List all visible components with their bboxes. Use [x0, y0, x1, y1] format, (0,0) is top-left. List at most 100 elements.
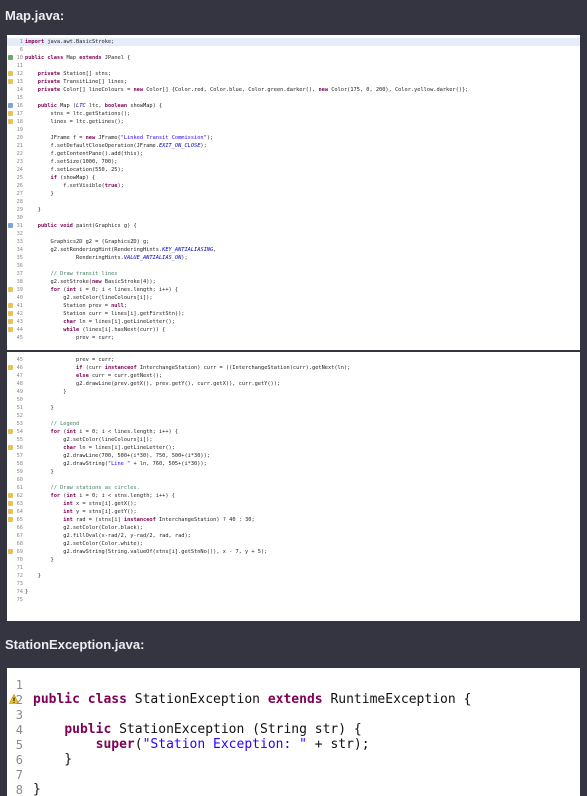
- code-line[interactable]: 39 for (int i = 0; i < lines.length; i++…: [7, 286, 580, 294]
- code-line[interactable]: 67 g2.fillOval(x-rad/2, y-rad/2, rad, ra…: [7, 532, 580, 540]
- code-line[interactable]: 50: [7, 396, 580, 404]
- code-line[interactable]: 8}: [7, 781, 580, 796]
- code-text: Station curr = lines[i].getFirstStn();: [25, 311, 185, 317]
- code-line[interactable]: 13 private TransitLine[] lines;: [7, 78, 580, 86]
- line-number: 50: [16, 397, 23, 403]
- code-line[interactable]: 27 }: [7, 190, 580, 198]
- code-line[interactable]: 74}: [7, 588, 580, 596]
- warning-marker-icon: [8, 327, 13, 332]
- code-line[interactable]: 12 private Station[] stns;: [7, 70, 580, 78]
- code-line[interactable]: 58 g2.drawString("Line " + ln, 760, 505+…: [7, 460, 580, 468]
- code-line[interactable]: 17 stns = ltc.getStations();: [7, 110, 580, 118]
- code-line[interactable]: 15: [7, 94, 580, 102]
- code-line[interactable]: 26 f.setVisible(true);: [7, 182, 580, 190]
- code-line[interactable]: 31 public void paint(Graphics g) {: [7, 222, 580, 230]
- code-line[interactable]: 51 }: [7, 404, 580, 412]
- code-line[interactable]: 47 else curr = curr.getNext();: [7, 372, 580, 380]
- line-number: 28: [16, 199, 23, 205]
- code-line[interactable]: 66 g2.setColor(Color.black);: [7, 524, 580, 532]
- code-line[interactable]: 61 // Draw stations as circles.: [7, 484, 580, 492]
- code-line[interactable]: 33 Graphics2D g2 = (Graphics2D) g;: [7, 238, 580, 246]
- code-line[interactable]: 55 g2.setColor(lineColours[i]);: [7, 436, 580, 444]
- code-line[interactable]: 14 private Color[] lineColours = new Col…: [7, 86, 580, 94]
- code-line[interactable]: 49 }: [7, 388, 580, 396]
- code-line[interactable]: 22 f.getContentPane().add(this);: [7, 150, 580, 158]
- code-line[interactable]: 21 f.setDefaultCloseOperation(JFrame.EXI…: [7, 142, 580, 150]
- code-line[interactable]: 36: [7, 262, 580, 270]
- line-number: 72: [16, 573, 23, 579]
- code-line[interactable]: 32: [7, 230, 580, 238]
- line-number: 75: [16, 597, 23, 603]
- code-line[interactable]: 59 }: [7, 468, 580, 476]
- code-text: g2.drawLine(700, 500+(i*30), 750, 500+(i…: [25, 453, 210, 459]
- code-line[interactable]: 43 char ln = lines[i].getLineLetter();: [7, 318, 580, 326]
- warning-marker-icon: [8, 509, 13, 514]
- code-line[interactable]: 73: [7, 580, 580, 588]
- code-text: f.setLocation(550, 25);: [25, 167, 124, 173]
- code-line[interactable]: 62 for (int i = 0; i < stns.length; i++)…: [7, 492, 580, 500]
- line-number: 73: [16, 581, 23, 587]
- code-line[interactable]: 38 g2.setStroke(new BasicStroke(4));: [7, 278, 580, 286]
- line-number: 15: [16, 95, 23, 101]
- code-text: Graphics2D g2 = (Graphics2D) g;: [25, 239, 150, 245]
- code-line[interactable]: 1 import java.awt.BasicStroke;: [7, 38, 580, 46]
- line-number: 74: [16, 589, 23, 595]
- code-line[interactable]: 52: [7, 412, 580, 420]
- line-number: 8: [15, 783, 23, 796]
- line-number: 26: [16, 183, 23, 189]
- code-line[interactable]: 25 if (showMap) {: [7, 174, 580, 182]
- code-text: public void paint(Graphics g) {: [37, 223, 137, 229]
- code-line[interactable]: 56 char ln = lines[i].getLineLetter();: [7, 444, 580, 452]
- code-line[interactable]: 29 }: [7, 206, 580, 214]
- line-number: 1: [19, 39, 23, 45]
- code-line[interactable]: 23 f.setSize(1000, 700);: [7, 158, 580, 166]
- code-line[interactable]: 71: [7, 564, 580, 572]
- warning-marker-icon: [8, 71, 13, 76]
- code-line[interactable]: 10 public class Map extends JPanel {: [7, 54, 580, 62]
- code-text: while (lines[i].hasNext(curr)) {: [63, 327, 166, 333]
- line-number: 52: [16, 413, 23, 419]
- code-line[interactable]: 65 int rad = (stns[i] instanceof Interch…: [7, 516, 580, 524]
- line-number: 58: [16, 461, 23, 467]
- code-line[interactable]: 16 public Map (LTC ltc, boolean showMap)…: [7, 102, 580, 110]
- code-text: // Draw transit lines: [50, 271, 118, 277]
- code-text: prev = curr;: [25, 335, 115, 341]
- code-line[interactable]: 44 while (lines[i].hasNext(curr)) {: [7, 326, 580, 334]
- code-line[interactable]: 60: [7, 476, 580, 484]
- code-line[interactable]: 34 g2.setRenderingHint(RenderingHints.KE…: [7, 246, 580, 254]
- code-line[interactable]: 40 g2.setColor(lineColours[i]);: [7, 294, 580, 302]
- code-line[interactable]: 11: [7, 62, 580, 70]
- code-line[interactable]: 37 // Draw transit lines: [7, 270, 580, 278]
- code-text: }: [25, 191, 54, 197]
- warning-marker-icon: [8, 119, 13, 124]
- code-line[interactable]: 70 }: [7, 556, 580, 564]
- code-line[interactable]: 69 g2.drawString(String.valueOf(stns[i].…: [7, 548, 580, 556]
- code-line[interactable]: 18 lines = ltc.getLines();: [7, 118, 580, 126]
- code-line[interactable]: 46 if (curr instanceof InterchangeStatio…: [7, 364, 580, 372]
- code-line[interactable]: 42 Station curr = lines[i].getFirstStn()…: [7, 310, 580, 318]
- code-line[interactable]: 45 prev = curr;: [7, 334, 580, 342]
- code-line[interactable]: 30: [7, 214, 580, 222]
- code-line[interactable]: 41 Station prev = null;: [7, 302, 580, 310]
- code-line[interactable]: 28: [7, 198, 580, 206]
- code-line[interactable]: 20 JFrame f = new JFrame("Linked Transit…: [7, 134, 580, 142]
- code-line[interactable]: 35 RenderingHints.VALUE_ANTIALIAS_ON);: [7, 254, 580, 262]
- code-line[interactable]: 64 int y = stns[i].getY();: [7, 508, 580, 516]
- code-text: stns = ltc.getStations();: [25, 111, 131, 117]
- line-number: 55: [16, 437, 23, 443]
- code-line[interactable]: 45 prev = curr;: [7, 356, 580, 364]
- code-line[interactable]: 24 f.setLocation(550, 25);: [7, 166, 580, 174]
- line-number: 61: [16, 485, 23, 491]
- code-line[interactable]: 19: [7, 126, 580, 134]
- code-line[interactable]: 72 }: [7, 572, 580, 580]
- code-text: }: [33, 782, 41, 796]
- code-line[interactable]: 68 g2.setColor(Color.white);: [7, 540, 580, 548]
- code-line[interactable]: 53 // Legend: [7, 420, 580, 428]
- code-line[interactable]: 75: [7, 596, 580, 604]
- code-text: char ln = lines[i].getLineLetter();: [63, 445, 175, 451]
- code-line[interactable]: 48 g2.drawLine(prev.getX(), prev.getY(),…: [7, 380, 580, 388]
- code-line[interactable]: 63 int x = stns[i].getX();: [7, 500, 580, 508]
- code-line[interactable]: 54 for (int i = 0; i < lines.length; i++…: [7, 428, 580, 436]
- code-line[interactable]: 6: [7, 46, 580, 54]
- code-line[interactable]: 57 g2.drawLine(700, 500+(i*30), 750, 500…: [7, 452, 580, 460]
